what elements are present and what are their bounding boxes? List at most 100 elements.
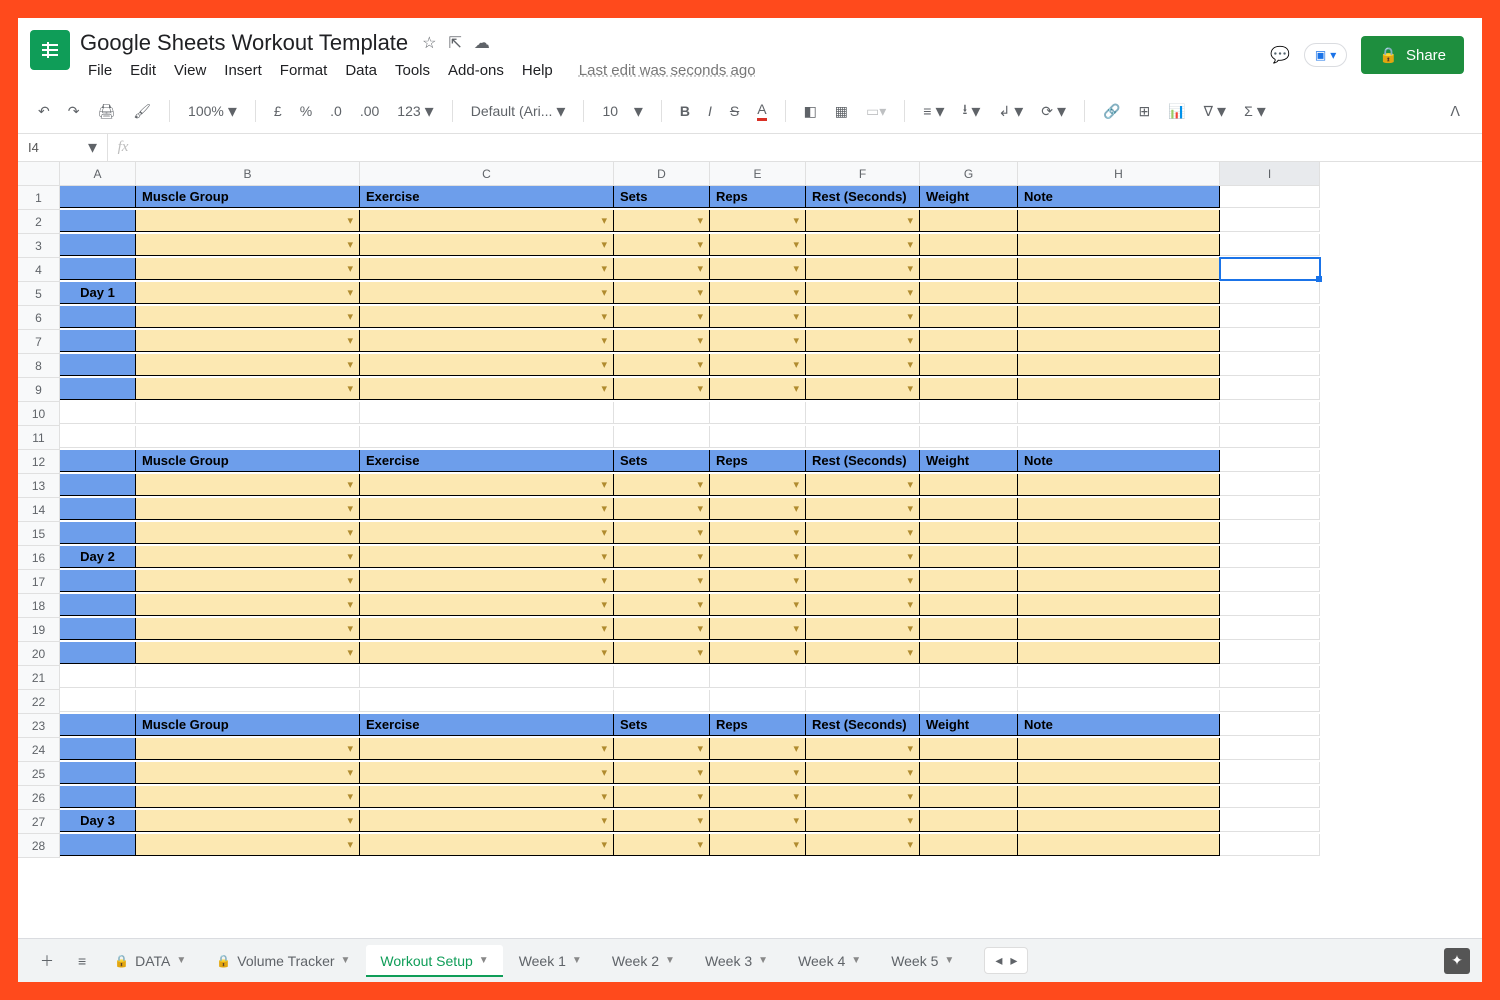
dropdown-cell[interactable] [614, 618, 710, 640]
cell-I16[interactable] [1220, 546, 1320, 568]
note-cell[interactable] [1018, 498, 1220, 520]
dropdown-cell[interactable] [710, 810, 806, 832]
colhead-B[interactable]: B [136, 162, 360, 186]
dropdown-cell[interactable] [710, 282, 806, 304]
dropdown-cell[interactable] [136, 738, 360, 760]
dropdown-cell[interactable] [710, 546, 806, 568]
dropdown-cell[interactable] [360, 786, 614, 808]
weight-cell[interactable] [920, 522, 1018, 544]
cell[interactable] [710, 690, 806, 712]
dropdown-cell[interactable] [710, 474, 806, 496]
dropdown-cell[interactable] [360, 378, 614, 400]
sheet-tab-data[interactable]: 🔒DATA▼ [100, 945, 200, 977]
dropdown-cell[interactable] [360, 474, 614, 496]
note-cell[interactable] [1018, 330, 1220, 352]
colhead-C[interactable]: C [360, 162, 614, 186]
menu-tools[interactable]: Tools [387, 60, 438, 81]
dropdown-cell[interactable] [136, 786, 360, 808]
cell-I3[interactable] [1220, 234, 1320, 256]
sheet-tab-week-2[interactable]: Week 2▼ [598, 945, 689, 977]
dropdown-cell[interactable] [614, 378, 710, 400]
weight-cell[interactable] [920, 618, 1018, 640]
font-size-dropdown[interactable]: 10 ▾ [596, 97, 648, 126]
rowhead-25[interactable]: 25 [18, 762, 60, 786]
fill-color-icon[interactable]: ◧ [798, 99, 823, 124]
dropdown-cell[interactable] [136, 282, 360, 304]
cell[interactable] [1220, 690, 1320, 712]
dropdown-cell[interactable] [806, 498, 920, 520]
note-cell[interactable] [1018, 834, 1220, 856]
dropdown-cell[interactable] [710, 354, 806, 376]
dropdown-cell[interactable] [360, 594, 614, 616]
rowhead-10[interactable]: 10 [18, 402, 60, 426]
increase-decimal-button[interactable]: .00 [354, 99, 385, 123]
cell[interactable] [806, 426, 920, 448]
rowhead-22[interactable]: 22 [18, 690, 60, 714]
cell-I19[interactable] [1220, 618, 1320, 640]
sheet-tab-week-5[interactable]: Week 5▼ [877, 945, 968, 977]
rowhead-19[interactable]: 19 [18, 618, 60, 642]
cell[interactable] [920, 666, 1018, 688]
rowhead-2[interactable]: 2 [18, 210, 60, 234]
chevron-down-icon[interactable]: ▼ [176, 955, 186, 966]
cell-I15[interactable] [1220, 522, 1320, 544]
dropdown-cell[interactable] [136, 354, 360, 376]
doc-title[interactable]: Google Sheets Workout Template [80, 30, 408, 56]
note-cell[interactable] [1018, 786, 1220, 808]
note-cell[interactable] [1018, 378, 1220, 400]
cell[interactable] [806, 666, 920, 688]
dropdown-cell[interactable] [360, 282, 614, 304]
colhead-G[interactable]: G [920, 162, 1018, 186]
rowhead-7[interactable]: 7 [18, 330, 60, 354]
dropdown-cell[interactable] [710, 762, 806, 784]
text-color-button[interactable]: A [751, 97, 772, 125]
note-cell[interactable] [1018, 522, 1220, 544]
filter-icon[interactable]: ∇ ▾ [1198, 97, 1232, 126]
dropdown-cell[interactable] [136, 330, 360, 352]
cell[interactable] [1220, 666, 1320, 688]
cell[interactable] [360, 402, 614, 424]
rowhead-1[interactable]: 1 [18, 186, 60, 210]
weight-cell[interactable] [920, 498, 1018, 520]
select-all-corner[interactable] [18, 162, 60, 186]
dropdown-cell[interactable] [806, 594, 920, 616]
comments-icon[interactable]: 💬 [1270, 45, 1290, 65]
dropdown-cell[interactable] [360, 306, 614, 328]
note-cell[interactable] [1018, 570, 1220, 592]
dropdown-cell[interactable] [806, 546, 920, 568]
last-edit-link[interactable]: Last edit was seconds ago [571, 60, 764, 81]
tab-next-icon[interactable]: ▸ [1010, 952, 1017, 969]
cell-I4[interactable] [1220, 258, 1320, 280]
rowhead-6[interactable]: 6 [18, 306, 60, 330]
weight-cell[interactable] [920, 330, 1018, 352]
dropdown-cell[interactable] [614, 786, 710, 808]
dropdown-cell[interactable] [136, 210, 360, 232]
dropdown-cell[interactable] [614, 306, 710, 328]
percent-button[interactable]: % [294, 99, 318, 123]
weight-cell[interactable] [920, 258, 1018, 280]
functions-icon[interactable]: Σ ▾ [1238, 97, 1272, 126]
cell[interactable] [1018, 690, 1220, 712]
rowhead-15[interactable]: 15 [18, 522, 60, 546]
cell[interactable] [1220, 426, 1320, 448]
dropdown-cell[interactable] [136, 834, 360, 856]
dropdown-cell[interactable] [806, 474, 920, 496]
dropdown-cell[interactable] [136, 618, 360, 640]
strikethrough-button[interactable]: S [724, 99, 745, 123]
dropdown-cell[interactable] [710, 258, 806, 280]
note-cell[interactable] [1018, 210, 1220, 232]
cell[interactable] [710, 666, 806, 688]
dropdown-cell[interactable] [710, 210, 806, 232]
menu-data[interactable]: Data [337, 60, 385, 81]
cell-I26[interactable] [1220, 786, 1320, 808]
weight-cell[interactable] [920, 474, 1018, 496]
dropdown-cell[interactable] [614, 762, 710, 784]
cell[interactable] [710, 402, 806, 424]
note-cell[interactable] [1018, 546, 1220, 568]
dropdown-cell[interactable] [136, 258, 360, 280]
zoom-dropdown[interactable]: 100% ▾ [182, 97, 243, 126]
menu-file[interactable]: File [80, 60, 120, 81]
formula-input[interactable] [138, 134, 1482, 161]
dropdown-cell[interactable] [360, 234, 614, 256]
dropdown-cell[interactable] [710, 786, 806, 808]
